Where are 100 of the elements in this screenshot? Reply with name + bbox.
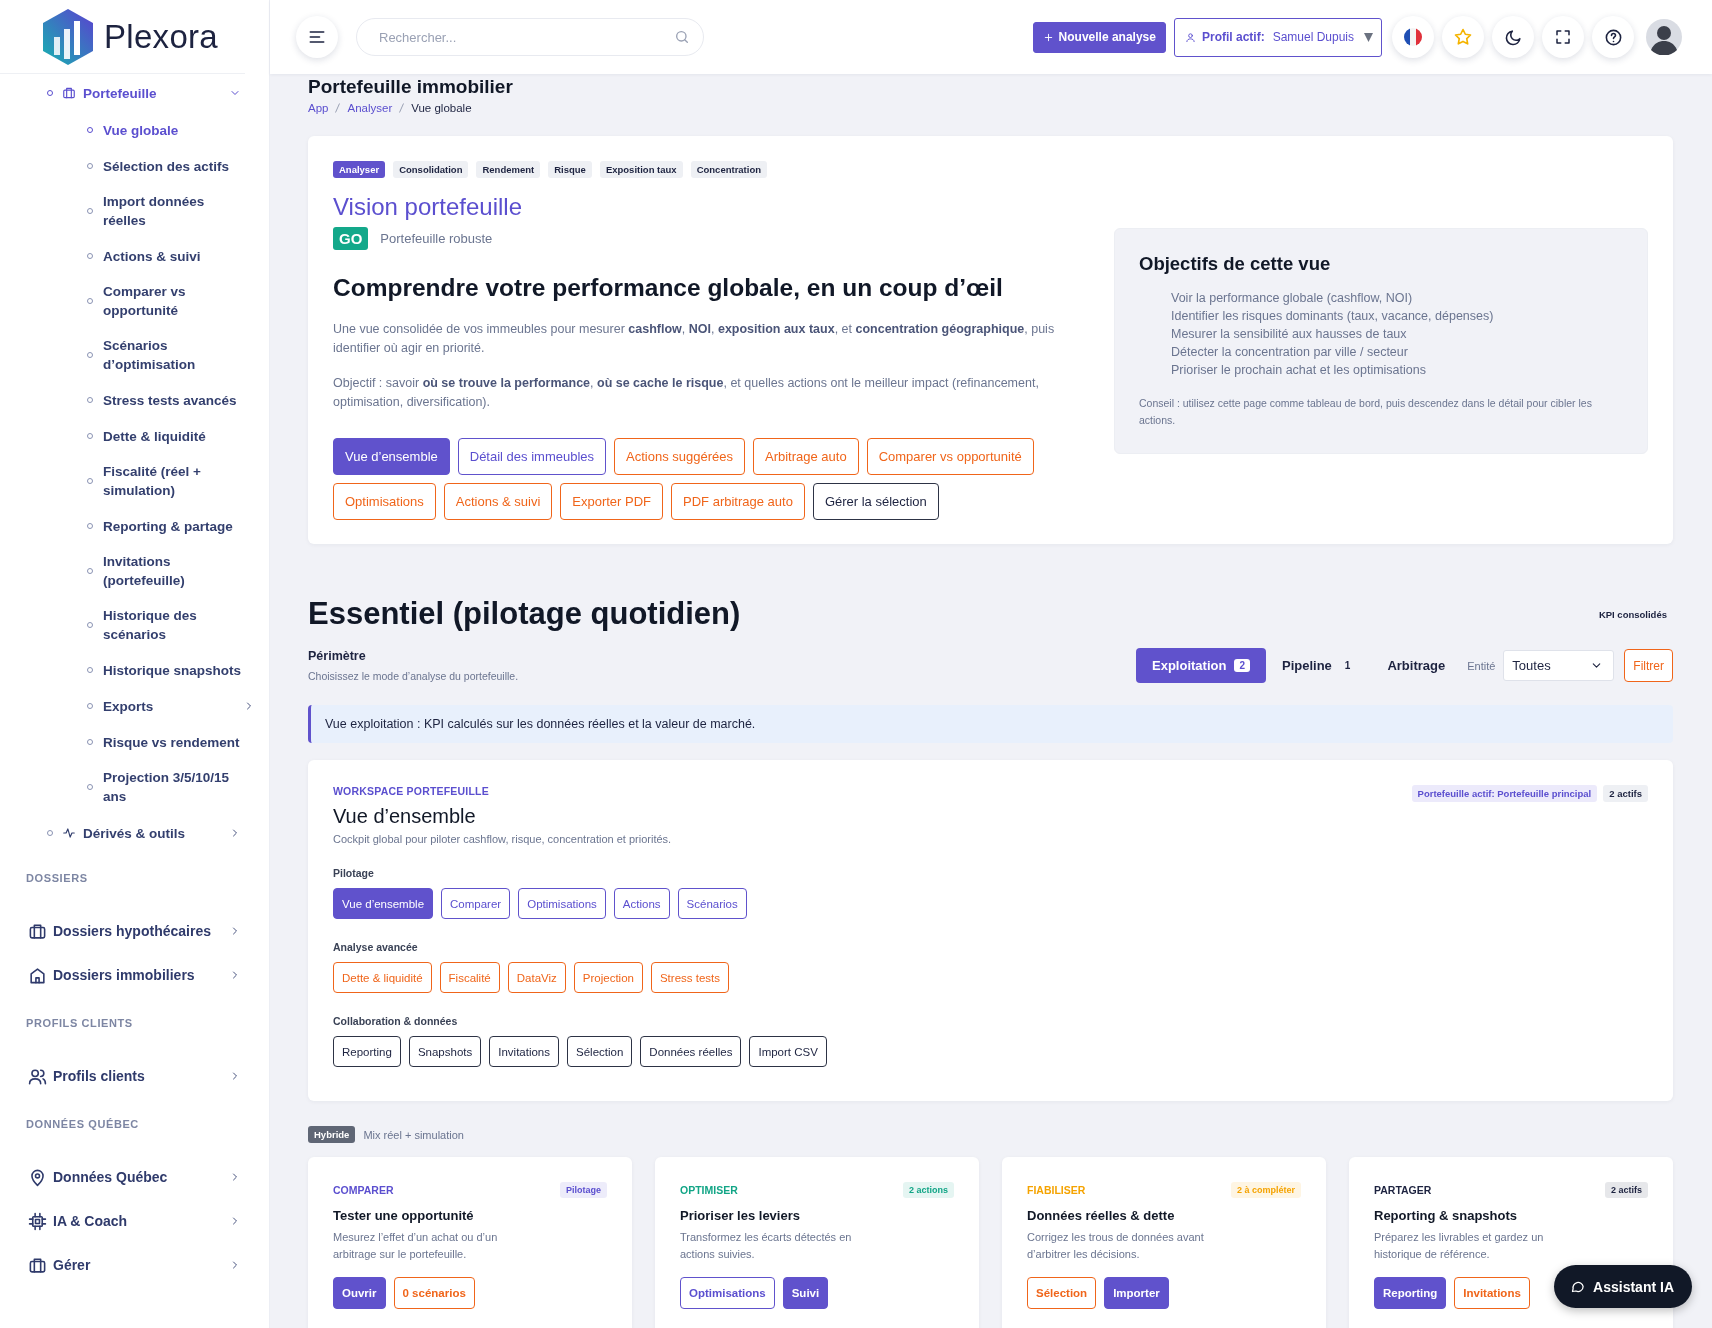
- logo-icon: [40, 6, 96, 67]
- nav-subitem[interactable]: Projection 3/5/10/15 ans: [0, 760, 269, 814]
- card-subtitle: Cockpit global pour piloter cashflow, risque, concentration et priorités.: [333, 833, 672, 845]
- view-button[interactable]: Détail des immeubles: [457, 438, 607, 475]
- mode-tab[interactable]: Exploitation 2: [1136, 648, 1266, 683]
- card-title: Vision portefeuille: [333, 192, 523, 222]
- plus-icon: [1042, 31, 1054, 43]
- breadcrumb-link[interactable]: App: [308, 102, 329, 114]
- shortcut-button[interactable]: Import CSV: [749, 1036, 827, 1067]
- nav-subitem[interactable]: Reporting & partage: [0, 508, 269, 544]
- group-label: Pilotage: [333, 867, 375, 879]
- shortcut-button[interactable]: Optimisations: [518, 888, 606, 919]
- tag[interactable]: Concentration: [690, 161, 767, 178]
- tag[interactable]: Exposition taux: [599, 161, 683, 178]
- group-label: Collaboration & données: [333, 1015, 459, 1027]
- shortcut-button[interactable]: Données réelles: [640, 1036, 742, 1067]
- status-badge: GO: [333, 227, 369, 250]
- nav-subitem[interactable]: Comparer vs opportunité: [0, 274, 269, 328]
- profile-select[interactable]: Profil actif: Samuel Dupuis: [1173, 17, 1382, 57]
- nav-item[interactable]: IA & Coach: [0, 1199, 269, 1243]
- nav-subitem[interactable]: Historique snapshots: [0, 652, 269, 688]
- shortcut-button[interactable]: Actions: [613, 888, 670, 919]
- group-label: Analyse avancée: [333, 941, 419, 953]
- shortcut-button[interactable]: Reporting: [333, 1036, 401, 1067]
- nav-subitem[interactable]: Stress tests avancés: [0, 382, 269, 418]
- view-button[interactable]: Vue d’ensemble: [333, 438, 450, 475]
- tag[interactable]: Risque: [548, 161, 592, 178]
- nav-item[interactable]: Portefeuille: [0, 74, 269, 112]
- objective-item: Détecter la concentration par ville / secteur: [1171, 343, 1409, 361]
- assistant-button[interactable]: Assistant IA: [1554, 1265, 1692, 1308]
- avatar[interactable]: [1646, 19, 1682, 55]
- objective-item: Mesurer la sensibilité aux hausses de taux: [1171, 325, 1408, 343]
- card-text: Mesurez l’effet d’un achat ou d’un arbitrage sur le portefeuille.: [333, 1230, 499, 1262]
- shortcut-button[interactable]: Scénarios: [677, 888, 747, 919]
- briefcase-icon: [28, 1255, 47, 1275]
- count-badge: 2 à compléter: [1230, 1182, 1301, 1198]
- nav-subitem[interactable]: Actions & suivi: [0, 238, 269, 274]
- count-badge: 2: [1234, 659, 1250, 672]
- description: Objectif : savoir où se trouve la performance, où se cache le risque, et quelles actions ont le meilleur impact (refinancement, optimisation, diversification).: [333, 375, 1040, 411]
- entity-select[interactable]: Toutes: [1503, 650, 1615, 681]
- nav-subitem[interactable]: Scénarios d’optimisation: [0, 328, 269, 382]
- star-icon: [1453, 27, 1473, 47]
- slash-icon: [335, 103, 341, 113]
- nav-item[interactable]: Dossiers hypothécaires: [0, 909, 269, 953]
- nav-item[interactable]: Profils clients: [0, 1054, 269, 1098]
- language-button[interactable]: [1392, 16, 1434, 58]
- shortcut-button[interactable]: Sélection: [567, 1036, 633, 1067]
- tag[interactable]: Consolidation: [393, 161, 469, 178]
- fullscreen-button[interactable]: [1542, 16, 1584, 58]
- nav-item[interactable]: Données Québec: [0, 1155, 269, 1199]
- mode-tab[interactable]: Arbitrage: [1371, 648, 1462, 683]
- shortcut-button[interactable]: Invitations: [489, 1036, 559, 1067]
- shortcut-button[interactable]: Snapshots: [408, 1036, 482, 1067]
- new-analysis-button[interactable]: Nouvelle analyse: [1032, 21, 1166, 53]
- help-button[interactable]: [1592, 16, 1634, 58]
- theme-button[interactable]: [1492, 16, 1534, 58]
- card-button[interactable]: Ouvrir: [333, 1277, 386, 1309]
- card-title: Vue d’ensemble: [333, 804, 477, 829]
- breadcrumb-link[interactable]: Vue globale: [411, 102, 472, 114]
- nav-item[interactable]: Dérivés & outils: [0, 814, 269, 852]
- objective-item: Identifier les risques dominants (taux, vacance, dépenses): [1171, 307, 1495, 325]
- breadcrumb-link[interactable]: Analyser: [347, 102, 393, 114]
- info-alert: Vue exploitation : KPI calculés sur les données réelles et la valeur de marché.: [308, 705, 1673, 743]
- house-icon: [28, 965, 47, 985]
- tag[interactable]: Analyser: [333, 161, 386, 178]
- pulse-icon: [62, 826, 76, 840]
- nav-subitem[interactable]: Sélection des actifs: [0, 148, 269, 184]
- nav-subitem[interactable]: Vue globale: [0, 112, 269, 148]
- shortcut-button[interactable]: Comparer: [441, 888, 511, 919]
- nav-item[interactable]: Dossiers immobiliers: [0, 953, 269, 997]
- nav-subitem[interactable]: Dette & liquidité: [0, 418, 269, 454]
- nav-subitem[interactable]: Risque vs rendement: [0, 724, 269, 760]
- eyebrow-text: OPTIMISER: [680, 1184, 738, 1196]
- count-badge: 2 actions: [903, 1182, 954, 1198]
- nav-subitem[interactable]: Import données réelles: [0, 184, 269, 238]
- slash-icon: [399, 103, 405, 113]
- help-icon: [1603, 27, 1623, 47]
- field-label: Entité: [1467, 659, 1496, 672]
- objective-item: Voir la performance globale (cashflow, NOI): [1171, 289, 1414, 307]
- menu-button[interactable]: [296, 16, 338, 58]
- card-title: Tester une opportunité: [333, 1208, 475, 1223]
- hint-text: Choisissez le mode d’analyse du portefeuille.: [308, 670, 519, 682]
- nav-subitem[interactable]: Historique des scénarios: [0, 598, 269, 652]
- card-button[interactable]: Reporting: [1374, 1277, 1447, 1309]
- shortcut-button[interactable]: Vue d’ensemble: [333, 888, 434, 919]
- eyebrow-text: FIABILISER: [1027, 1184, 1086, 1196]
- nav-subitem[interactable]: Exports: [0, 688, 269, 724]
- mode-tab[interactable]: Pipeline 1: [1265, 648, 1372, 683]
- card-button[interactable]: Optimisations: [680, 1277, 775, 1309]
- card-button[interactable]: Importer: [1104, 1277, 1169, 1309]
- briefcase-icon: [62, 86, 76, 100]
- nav-subitem[interactable]: Invitations (portefeuille): [0, 544, 269, 598]
- card-title: Données réelles & dette: [1027, 1208, 1176, 1223]
- eyebrow-text: PARTAGER: [1374, 1184, 1432, 1196]
- search-field[interactable]: Rechercher...: [356, 18, 704, 56]
- nav-subitem[interactable]: Fiscalité (réel + simulation): [0, 454, 269, 508]
- tag[interactable]: Rendement: [476, 161, 541, 178]
- nav-item[interactable]: Gérer: [0, 1243, 269, 1287]
- card-button[interactable]: Suivi: [782, 1277, 829, 1309]
- view-button[interactable]: Gérer la sélection: [812, 483, 939, 520]
